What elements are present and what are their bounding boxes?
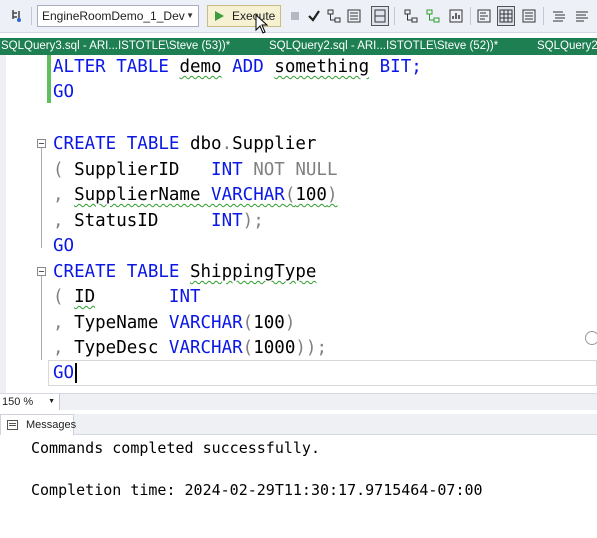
query-editor[interactable]: ALTER TABLE demo ADD something BIT; GO C…: [0, 55, 597, 393]
tab-label: Messages: [26, 419, 77, 431]
results-tab-bar: Messages: [0, 414, 597, 435]
code-line: GO: [53, 363, 75, 383]
results-pane-icon[interactable]: [371, 6, 389, 26]
display-plan-icon[interactable]: [326, 8, 342, 24]
messages-pane: Commands completed successfully. Complet…: [0, 435, 597, 538]
collapse-icon[interactable]: [37, 267, 46, 276]
code-line: , SupplierName VARCHAR(100): [53, 185, 338, 205]
document-tab-bar: SQLQuery3.sql - ARI...ISTOTLE\Steve (53)…: [0, 38, 597, 55]
code-line: ALTER TABLE demo ADD something BIT;: [53, 57, 422, 77]
comment-icon[interactable]: [551, 8, 567, 24]
code-line: , StatusID INT);: [53, 211, 264, 231]
text-caret: [75, 363, 77, 383]
code-line: , TypeName VARCHAR(100): [53, 313, 296, 333]
code-line: GO: [53, 236, 75, 256]
play-icon: [215, 11, 224, 21]
editor-status-bar: 150 % ▼: [0, 393, 597, 410]
tab-sqlquery2-overflow[interactable]: SQLQuery2: [537, 38, 597, 55]
code-line: CREATE TABLE dbo.Supplier: [53, 134, 317, 154]
collapse-icon[interactable]: [37, 139, 46, 148]
current-line-highlight: [48, 360, 597, 386]
separator: [394, 7, 395, 25]
tab-sqlquery2[interactable]: SQLQuery2.sql - ARI...ISTOTLE\Steve (52)…: [269, 38, 498, 55]
results-text-icon[interactable]: [476, 8, 492, 24]
live-stats-icon[interactable]: [425, 8, 441, 24]
object-explorer-icon[interactable]: [10, 8, 26, 24]
results-file-icon[interactable]: [521, 8, 537, 24]
code-line: GO: [53, 82, 75, 102]
zoom-value: 150 %: [2, 396, 34, 408]
results-grid-icon[interactable]: [497, 6, 515, 26]
mouse-pointer-icon: [255, 14, 269, 34]
code-line: CREATE TABLE ShippingType: [53, 262, 317, 282]
include-plan-icon[interactable]: [403, 8, 419, 24]
database-name: EngineRoomDemo_1_Dev: [42, 9, 185, 23]
uncomment-icon[interactable]: [574, 8, 590, 24]
chevron-down-icon: ▼: [48, 398, 55, 405]
tab-messages[interactable]: Messages: [0, 414, 77, 435]
code-line: , TypeDesc VARCHAR(1000));: [53, 338, 327, 358]
tab-label: SQLQuery2.sql - ARI...ISTOTLE\Steve (52)…: [269, 40, 499, 52]
parse-checkmark-icon[interactable]: [306, 8, 322, 24]
toolbar: EngineRoomDemo_1_Dev ▼ Execute: [0, 0, 597, 34]
database-select[interactable]: EngineRoomDemo_1_Dev ▼: [37, 5, 199, 27]
tab-label: SQLQuery2: [537, 40, 597, 52]
stop-icon[interactable]: [287, 8, 303, 24]
messages-icon: [7, 420, 18, 430]
editor-gutter: [0, 55, 6, 393]
zoom-select[interactable]: 150 % ▼: [0, 394, 60, 410]
separator: [543, 7, 544, 25]
tab-label: SQLQuery3.sql - ARI...ISTOTLE\Steve (53)…: [1, 40, 231, 52]
message-line: Completion time: 2024-02-29T11:30:17.971…: [31, 481, 483, 499]
code-line: ( SupplierID INT NOT NULL: [53, 160, 338, 180]
fold-guide: [41, 276, 42, 360]
client-stats-icon[interactable]: [448, 8, 464, 24]
tab-sqlquery3[interactable]: SQLQuery3.sql - ARI...ISTOTLE\Steve (53)…: [1, 38, 230, 55]
message-line: Commands completed successfully.: [31, 439, 320, 457]
separator: [470, 7, 471, 25]
fold-guide: [41, 148, 42, 248]
execute-button[interactable]: Execute: [207, 5, 281, 27]
query-options-icon[interactable]: [346, 8, 362, 24]
separator: [31, 7, 32, 25]
change-marker: [47, 55, 51, 103]
chevron-down-icon: ▼: [186, 11, 194, 20]
crosshair-icon: [585, 331, 597, 345]
code-line: ( ID INT: [53, 287, 201, 307]
